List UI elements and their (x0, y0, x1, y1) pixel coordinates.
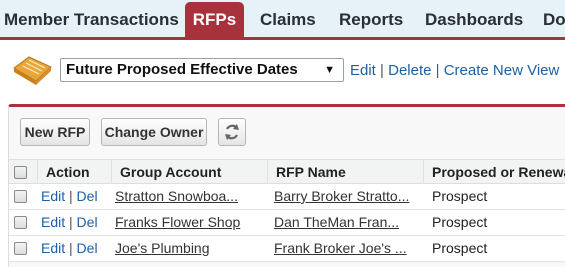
column-header-action[interactable]: Action (37, 160, 111, 184)
tab-more[interactable]: Do (543, 0, 565, 37)
rfp-name-link[interactable]: Barry Broker Stratto... (274, 188, 409, 204)
view-select-value: Future Proposed Effective Dates (66, 61, 298, 78)
column-header-proposed-or-renewal[interactable]: Proposed or Renewa (423, 160, 565, 184)
rfp-name-link[interactable]: Frank Broker Joe's ... (274, 240, 407, 256)
row-rfp-name: Barry Broker Stratto... (266, 184, 422, 209)
row-status: Prospect (432, 240, 488, 256)
tab-reports[interactable]: Reports (339, 0, 403, 37)
edit-view-link[interactable]: Edit (350, 62, 376, 79)
view-link-separator: | (435, 62, 440, 79)
rfp-name-link[interactable]: Dan TheMan Fran... (274, 214, 399, 230)
row-rfp-name: Dan TheMan Fran... (266, 210, 422, 235)
tab-rfps[interactable]: RFPs (185, 2, 244, 37)
header-select-cell (9, 160, 37, 184)
tab-member-transactions[interactable]: Member Transactions (4, 0, 179, 37)
row-edit-link[interactable]: Edit (41, 188, 65, 204)
refresh-icon (225, 124, 239, 140)
rfp-list-panel: New RFP Change Owner Action Group Accoun… (8, 104, 565, 267)
create-new-view-link[interactable]: Create New View (444, 62, 560, 79)
row-edit-link[interactable]: Edit (41, 240, 65, 256)
table-header: Action Group Account RFP Name Proposed o… (9, 159, 565, 184)
rfp-document-icon (11, 54, 53, 88)
tab-claims[interactable]: Claims (260, 0, 316, 37)
row-action-separator: | (69, 214, 73, 230)
row-actions: Edit | Del (33, 184, 107, 209)
row-delete-link[interactable]: Del (77, 214, 98, 230)
row-rfp-name: Frank Broker Joe's ... (266, 236, 422, 261)
view-link-separator: | (380, 62, 384, 79)
row-actions: Edit | Del (33, 210, 107, 235)
table-row: Edit | Del Stratton Snowboa... Barry Bro… (9, 184, 565, 210)
row-delete-link[interactable]: Del (77, 188, 98, 204)
row-edit-link[interactable]: Edit (41, 214, 65, 230)
row-actions: Edit | Del (33, 236, 107, 261)
table-row: Edit | Del Joe's Plumbing Frank Broker J… (9, 236, 565, 262)
row-group-account: Franks Flower Shop (107, 210, 267, 235)
row-status: Prospect (432, 214, 488, 230)
row-action-separator: | (69, 240, 73, 256)
select-all-checkbox[interactable] (14, 166, 27, 179)
table-row: Edit | Del Franks Flower Shop Dan TheMan… (9, 210, 565, 236)
new-rfp-button[interactable]: New RFP (20, 118, 90, 146)
row-group-account: Stratton Snowboa... (107, 184, 267, 209)
chevron-down-icon: ▼ (324, 64, 335, 76)
column-header-rfp-name[interactable]: RFP Name (267, 160, 423, 184)
row-checkbox[interactable] (14, 190, 27, 203)
group-account-link[interactable]: Joe's Plumbing (115, 240, 210, 256)
tab-bar: Member Transactions RFPs Claims Reports … (0, 0, 565, 40)
row-status: Prospect (432, 188, 488, 204)
row-checkbox[interactable] (14, 242, 27, 255)
row-action-separator: | (69, 188, 73, 204)
group-account-link[interactable]: Stratton Snowboa... (115, 188, 238, 204)
column-header-group-account[interactable]: Group Account (111, 160, 267, 184)
refresh-button[interactable] (218, 118, 246, 146)
row-delete-link[interactable]: Del (77, 240, 98, 256)
view-selector-row: Future Proposed Effective Dates ▼ Edit |… (0, 40, 565, 102)
row-checkbox[interactable] (14, 216, 27, 229)
tab-dashboards[interactable]: Dashboards (425, 0, 523, 37)
group-account-link[interactable]: Franks Flower Shop (115, 214, 240, 230)
view-select[interactable]: Future Proposed Effective Dates ▼ (60, 58, 344, 82)
delete-view-link[interactable]: Delete (388, 62, 431, 79)
view-links: Edit | Delete | Create New View (350, 62, 559, 79)
change-owner-button[interactable]: Change Owner (101, 118, 207, 146)
row-group-account: Joe's Plumbing (107, 236, 267, 261)
